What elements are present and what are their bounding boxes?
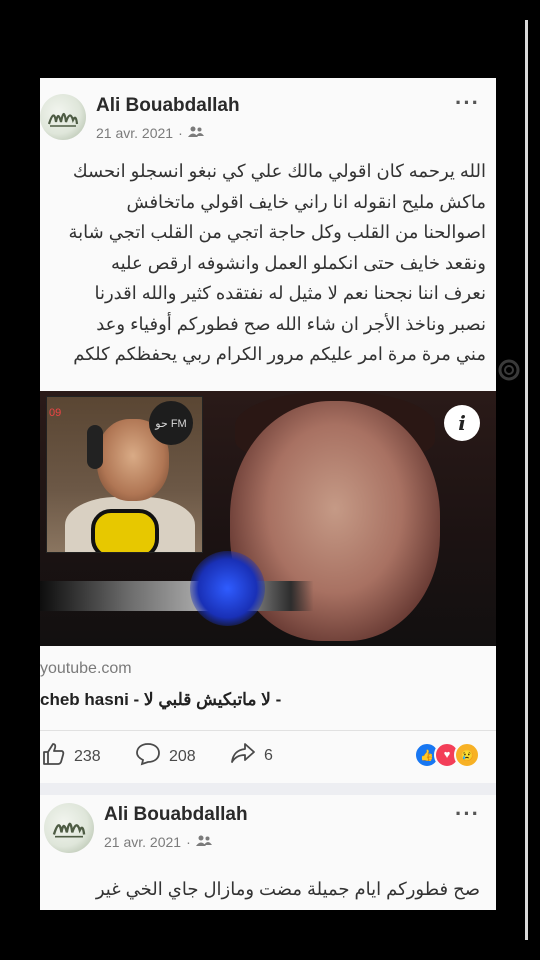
facebook-feed-screen: Ali Bouabdallah 21 avr. 2021 · ··· الله … <box>40 78 496 910</box>
post-text: الله يرحمه كان اقولي مالك علي كي نبغو ان… <box>40 156 486 370</box>
comment-button[interactable]: 208 <box>135 742 196 771</box>
author-name[interactable]: Ali Bouabdallah <box>96 95 240 117</box>
post-text-line: اصوالحنا من القلب وكل حاجة اتجي من القلب… <box>68 222 486 242</box>
post-date[interactable]: 21 avr. 2021 <box>96 125 173 141</box>
share-count: 6 <box>264 746 273 764</box>
post-text: صح فطوركم ايام جميلة مضت ومازال جاي الخي… <box>95 879 480 899</box>
post-text-line: مني مرة مرة امر عليكم مرور الكرام ربي يح… <box>73 344 486 364</box>
post-card: Ali Bouabdallah 21 avr. 2021 · ··· صح فط… <box>40 795 496 910</box>
friends-audience-icon <box>187 125 204 141</box>
inset-number: 09 <box>49 407 62 419</box>
avatar[interactable] <box>44 803 94 853</box>
post-date[interactable]: 21 avr. 2021 <box>104 834 181 850</box>
post-text-line: نعرف اننا نجحنا نعم لا مثيل له نفتقده كث… <box>94 283 486 303</box>
info-icon[interactable]: i <box>444 405 480 441</box>
comment-count: 208 <box>169 747 196 765</box>
post-card: Ali Bouabdallah 21 avr. 2021 · ··· الله … <box>40 78 496 783</box>
post-text-line: ونقعد خايف حتى انكملو العمل وانشوفه ارقص… <box>110 252 486 273</box>
post-header: Ali Bouabdallah 21 avr. 2021 · ··· <box>40 78 496 148</box>
thumbs-up-icon <box>42 742 66 771</box>
link-domain[interactable]: youtube.com <box>40 660 132 678</box>
post-meta: 21 avr. 2021 · <box>96 125 204 141</box>
separator-dot: · <box>186 834 191 850</box>
divider <box>40 730 496 731</box>
link-title[interactable]: cheb hasni - لا ماتبكيش قلبي لا - <box>40 690 281 710</box>
comment-icon <box>135 742 161 771</box>
post-text-line: الله يرحمه كان اقولي مالك علي كي نبغو ان… <box>72 161 486 181</box>
post-text-line: نصبر وناخذ الأجر ان شاء الله صح فطوركم أ… <box>96 313 486 334</box>
video-frame-edge <box>525 20 528 940</box>
sad-reaction-icon: 😢 <box>454 742 480 768</box>
reaction-summary[interactable]: 👍 ♥ 😢 <box>414 742 480 768</box>
station-logo: حو FM <box>149 401 193 445</box>
inset-microphone <box>91 509 159 552</box>
microphone-shape <box>40 581 496 611</box>
decorative-swirl <box>497 350 525 390</box>
video-thumbnail[interactable]: حو FM 09 i <box>40 391 496 646</box>
like-count: 238 <box>74 747 101 765</box>
post-meta: 21 avr. 2021 · <box>104 834 212 850</box>
microphone-foam <box>190 551 265 626</box>
share-button[interactable]: 6 <box>230 742 273 769</box>
separator-dot: · <box>178 125 183 141</box>
avatar[interactable] <box>40 94 86 140</box>
post-text-line: ماكش مليح انقوله انا راني خايف اقولي مات… <box>126 191 487 212</box>
headphones-icon <box>87 425 103 469</box>
share-arrow-icon <box>230 742 256 769</box>
post-actions-bar: 238 208 6 👍 ♥ 😢 <box>40 740 496 770</box>
like-button[interactable]: 238 <box>42 742 101 771</box>
author-name[interactable]: Ali Bouabdallah <box>104 804 248 826</box>
more-options-icon[interactable]: ··· <box>455 801 480 827</box>
inset-video: حو FM 09 <box>46 396 203 553</box>
more-options-icon[interactable]: ··· <box>455 90 480 116</box>
friends-audience-icon <box>195 834 212 850</box>
